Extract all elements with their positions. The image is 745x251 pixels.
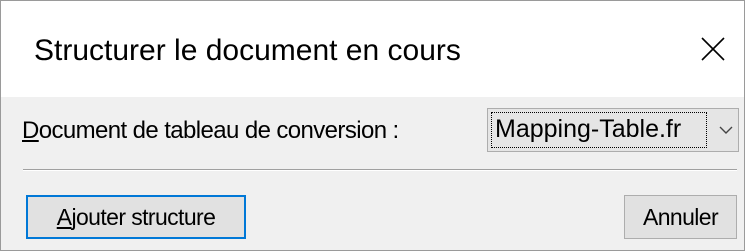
- dialog-title: Structurer le document en cours: [34, 34, 461, 67]
- add-mnemonic: A: [56, 203, 72, 230]
- mapping-table-row: Document de tableau de conversion : Mapp…: [1, 105, 744, 155]
- separator: [23, 169, 737, 171]
- mapping-table-selected-value: Mapping-Table.fr: [491, 112, 707, 148]
- mapping-table-select[interactable]: Mapping-Table.fr: [487, 108, 739, 152]
- label-text: ocument de tableau de conversion :: [38, 117, 399, 144]
- close-icon: [701, 37, 725, 61]
- add-structure-label: jouter structure: [71, 203, 216, 230]
- structure-document-dialog: Structurer le document en cours Document…: [0, 0, 745, 251]
- title-bar: Structurer le document en cours: [1, 1, 744, 97]
- chevron-down-icon: [719, 126, 733, 134]
- mapping-table-label: Document de tableau de conversion :: [22, 115, 399, 147]
- label-mnemonic: D: [22, 117, 39, 144]
- cancel-button[interactable]: Annuler: [624, 195, 737, 239]
- add-structure-button[interactable]: Ajouter structure: [26, 195, 246, 239]
- close-button[interactable]: [687, 23, 739, 75]
